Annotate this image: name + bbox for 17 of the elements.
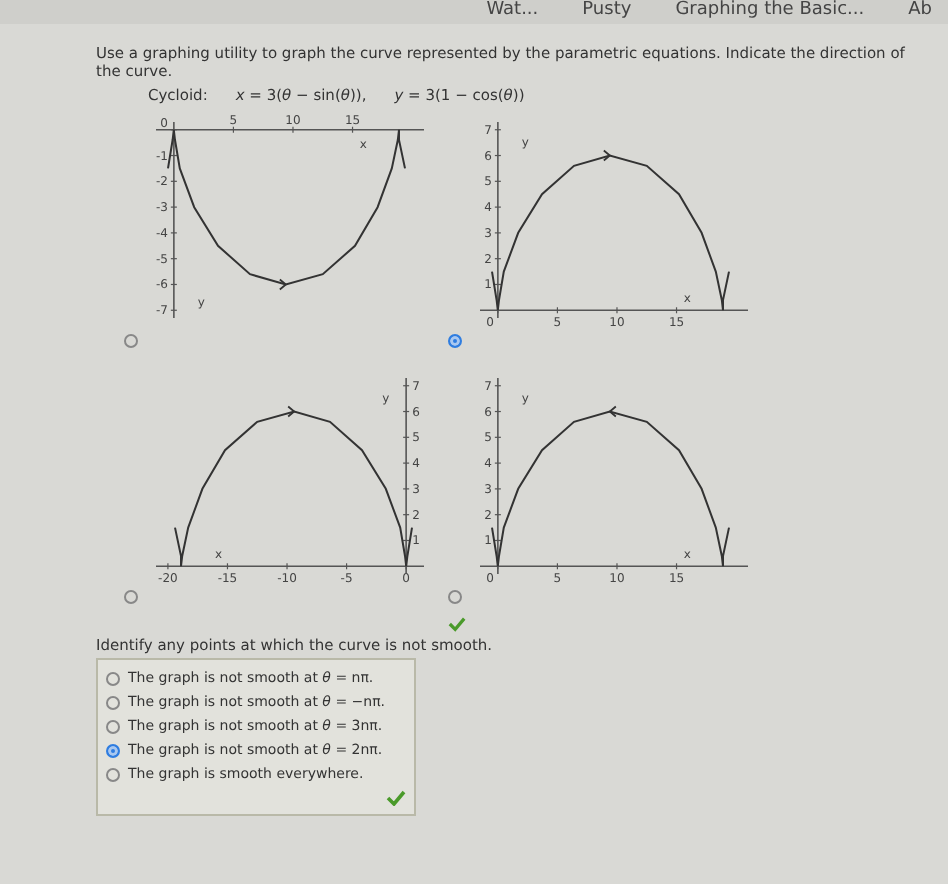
browser-tab[interactable]: Pusty	[582, 0, 632, 24]
radio-button[interactable]	[106, 695, 120, 709]
radio-button[interactable]	[124, 590, 138, 604]
arrowhead-icon	[608, 405, 617, 418]
radio-button[interactable]	[448, 334, 462, 348]
radio-button[interactable]	[106, 743, 120, 757]
browser-tab[interactable]: Graphing the Basic...	[675, 0, 865, 24]
browser-tab[interactable]: Ab	[908, 0, 932, 24]
arrowhead-icon	[278, 278, 288, 291]
radio-button[interactable]	[448, 590, 462, 604]
radio-button[interactable]	[106, 719, 120, 733]
browser-tab[interactable]: Wat...	[486, 0, 539, 24]
radio-button[interactable]	[124, 334, 138, 348]
arrowhead-icon	[602, 149, 612, 162]
radio-button[interactable]	[106, 671, 120, 685]
arrowhead-icon	[287, 405, 296, 418]
radio-button[interactable]	[106, 767, 120, 781]
